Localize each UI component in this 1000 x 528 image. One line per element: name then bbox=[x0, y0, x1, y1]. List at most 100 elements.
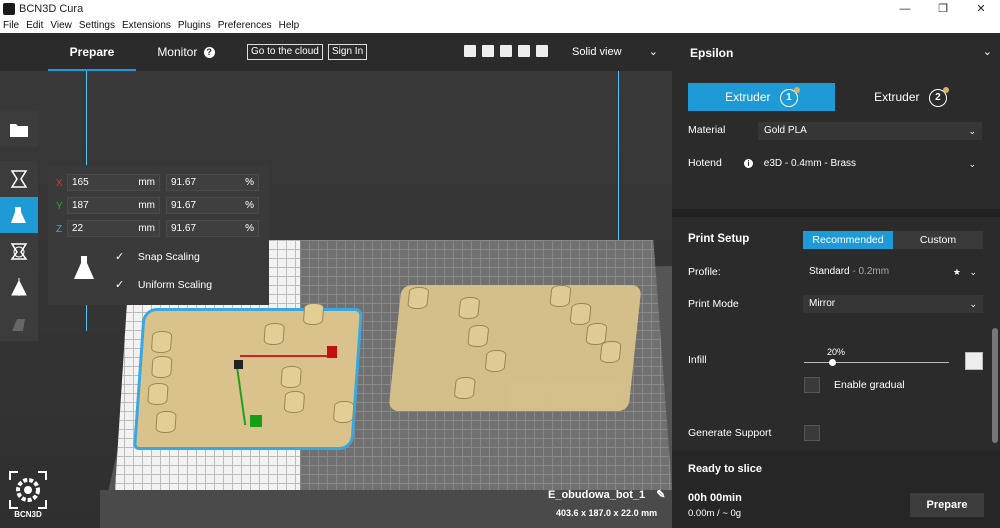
material-label: Material bbox=[688, 124, 726, 136]
recommended-toggle[interactable]: Recommended bbox=[803, 231, 893, 249]
chevron-down-icon: ⌄ bbox=[648, 46, 658, 58]
info-icon[interactable]: i bbox=[744, 159, 753, 168]
menu-preferences[interactable]: Preferences bbox=[218, 20, 272, 31]
model-boss bbox=[458, 297, 481, 319]
model-boss bbox=[155, 411, 177, 433]
check-icon: ✓ bbox=[115, 279, 125, 291]
infill-slider-handle[interactable] bbox=[829, 359, 836, 366]
top-bar: Prepare Monitor ? Go to the cloud Sign I… bbox=[0, 33, 672, 71]
support-blocker-button[interactable] bbox=[0, 305, 38, 341]
hotend-value: e3D - 0.4mm - Brass bbox=[763, 158, 857, 169]
check-icon: ✓ bbox=[115, 251, 125, 263]
tab-prepare[interactable]: Prepare bbox=[48, 33, 136, 71]
print-mode-dropdown[interactable]: Mirror ⌄ bbox=[803, 295, 983, 313]
prepare-button[interactable]: Prepare bbox=[910, 493, 984, 517]
profile-dropdown[interactable]: Standard - 0.2mm ★ ⌄ bbox=[803, 263, 983, 281]
settings-sidebar: Epsilon ⌄ Extruder 1 Extruder 2 Material… bbox=[672, 33, 1000, 528]
tab-extruder-1[interactable]: Extruder 1 bbox=[688, 83, 835, 111]
minimize-button[interactable]: — bbox=[886, 0, 924, 18]
extruder-2-label: Extruder bbox=[874, 90, 920, 104]
generate-support-checkbox[interactable] bbox=[804, 425, 820, 441]
chevron-down-icon: ⌄ bbox=[969, 267, 977, 277]
mirror-tool-button[interactable] bbox=[0, 269, 38, 305]
unit-label: mm bbox=[138, 223, 155, 234]
3d-viewport[interactable]: Prepare Monitor ? Go to the cloud Sign I… bbox=[0, 33, 672, 528]
app-icon bbox=[3, 3, 15, 15]
view-mode-dropdown[interactable]: Solid view ⌄ bbox=[562, 39, 666, 65]
y-percent-value: 91.67 bbox=[171, 200, 197, 211]
close-button[interactable]: ✕ bbox=[962, 0, 1000, 18]
snap-scaling-checkbox[interactable]: ✓ Snap Scaling bbox=[115, 251, 200, 263]
x-scale-handle[interactable] bbox=[327, 346, 337, 358]
gear-icon bbox=[9, 471, 47, 509]
model-selected[interactable] bbox=[133, 303, 363, 450]
open-file-button[interactable] bbox=[0, 111, 38, 147]
job-name[interactable]: E_obudowa_bot_1 ✎ bbox=[548, 488, 665, 501]
star-icon[interactable]: ★ bbox=[953, 263, 961, 281]
view-right-icon[interactable] bbox=[536, 45, 548, 57]
restore-button[interactable]: ❐ bbox=[924, 0, 962, 18]
print-mode-label: Print Mode bbox=[688, 298, 739, 310]
model-boss bbox=[484, 350, 507, 372]
enable-gradual-checkbox[interactable] bbox=[804, 377, 820, 393]
view-front-icon[interactable] bbox=[482, 45, 494, 57]
z-mm-input[interactable]: 22 mm bbox=[67, 220, 160, 237]
uniform-scaling-checkbox[interactable]: ✓ Uniform Scaling bbox=[115, 279, 212, 291]
lay-flat-icon[interactable] bbox=[72, 255, 96, 281]
model-boss bbox=[150, 331, 173, 353]
chevron-down-icon[interactable]: ⌄ bbox=[983, 45, 992, 58]
y-mm-value: 187 bbox=[72, 200, 89, 211]
rotate-tool-button[interactable] bbox=[0, 233, 38, 269]
view-3d-icon[interactable] bbox=[464, 45, 476, 57]
scale-tool-button[interactable] bbox=[0, 197, 38, 233]
infill-slider[interactable] bbox=[804, 362, 949, 363]
menu-edit[interactable]: Edit bbox=[26, 20, 43, 31]
hotend-dropdown[interactable]: i e3D - 0.4mm - Brass ⌄ bbox=[738, 155, 982, 173]
x-mm-input[interactable]: 165 mm bbox=[67, 174, 160, 191]
y-mm-input[interactable]: 187 mm bbox=[67, 197, 160, 214]
tab-extruder-2[interactable]: Extruder 2 bbox=[837, 83, 984, 111]
pencil-icon[interactable]: ✎ bbox=[656, 489, 665, 501]
folder-icon bbox=[10, 124, 28, 137]
sign-in-button[interactable]: Sign In bbox=[328, 44, 368, 60]
z-percent-value: 91.67 bbox=[171, 223, 197, 234]
extruder-2-badge: 2 bbox=[928, 86, 949, 107]
view-left-icon[interactable] bbox=[518, 45, 530, 57]
move-tool-button[interactable] bbox=[0, 161, 38, 197]
y-axis-label: Y bbox=[56, 201, 63, 212]
view-mode-label: Solid view bbox=[572, 46, 622, 58]
z-percent-input[interactable]: 91.67 % bbox=[166, 220, 259, 237]
custom-toggle[interactable]: Custom bbox=[893, 231, 983, 249]
y-percent-input[interactable]: 91.67 % bbox=[166, 197, 259, 214]
printer-name[interactable]: Epsilon bbox=[690, 46, 733, 60]
model-boss bbox=[453, 377, 476, 399]
menu-bar: File Edit View Settings Extensions Plugi… bbox=[0, 18, 1000, 33]
title-bar: BCN3D Cura — ❐ ✕ bbox=[0, 0, 1000, 18]
x-percent-input[interactable]: 91.67 % bbox=[166, 174, 259, 191]
rotate-icon bbox=[10, 243, 28, 260]
go-to-cloud-button[interactable]: Go to the cloud bbox=[247, 44, 323, 60]
menu-plugins[interactable]: Plugins bbox=[178, 20, 211, 31]
print-setup-title: Print Setup bbox=[688, 233, 750, 245]
model-boss bbox=[569, 303, 592, 325]
menu-view[interactable]: View bbox=[50, 20, 72, 31]
z-mm-value: 22 bbox=[72, 223, 84, 234]
sidebar-scrollbar[interactable] bbox=[992, 328, 998, 443]
model[interactable] bbox=[388, 285, 642, 411]
generate-support-label: Generate Support bbox=[688, 427, 772, 439]
center-scale-handle[interactable] bbox=[234, 360, 243, 369]
tab-monitor[interactable]: Monitor ? bbox=[146, 33, 226, 71]
infill-pattern-icon bbox=[965, 352, 983, 370]
menu-file[interactable]: File bbox=[3, 20, 19, 31]
view-top-icon[interactable] bbox=[500, 45, 512, 57]
menu-settings[interactable]: Settings bbox=[79, 20, 115, 31]
x-axis-label: X bbox=[56, 178, 63, 189]
material-dropdown[interactable]: Gold PLA ⌄ bbox=[758, 122, 982, 140]
profile-value: Standard bbox=[809, 266, 850, 277]
logo-text: BCN3D bbox=[14, 510, 42, 519]
model-boss bbox=[280, 366, 302, 388]
menu-extensions[interactable]: Extensions bbox=[122, 20, 171, 31]
y-scale-handle[interactable] bbox=[250, 415, 262, 427]
menu-help[interactable]: Help bbox=[279, 20, 300, 31]
model-boss bbox=[263, 323, 285, 345]
